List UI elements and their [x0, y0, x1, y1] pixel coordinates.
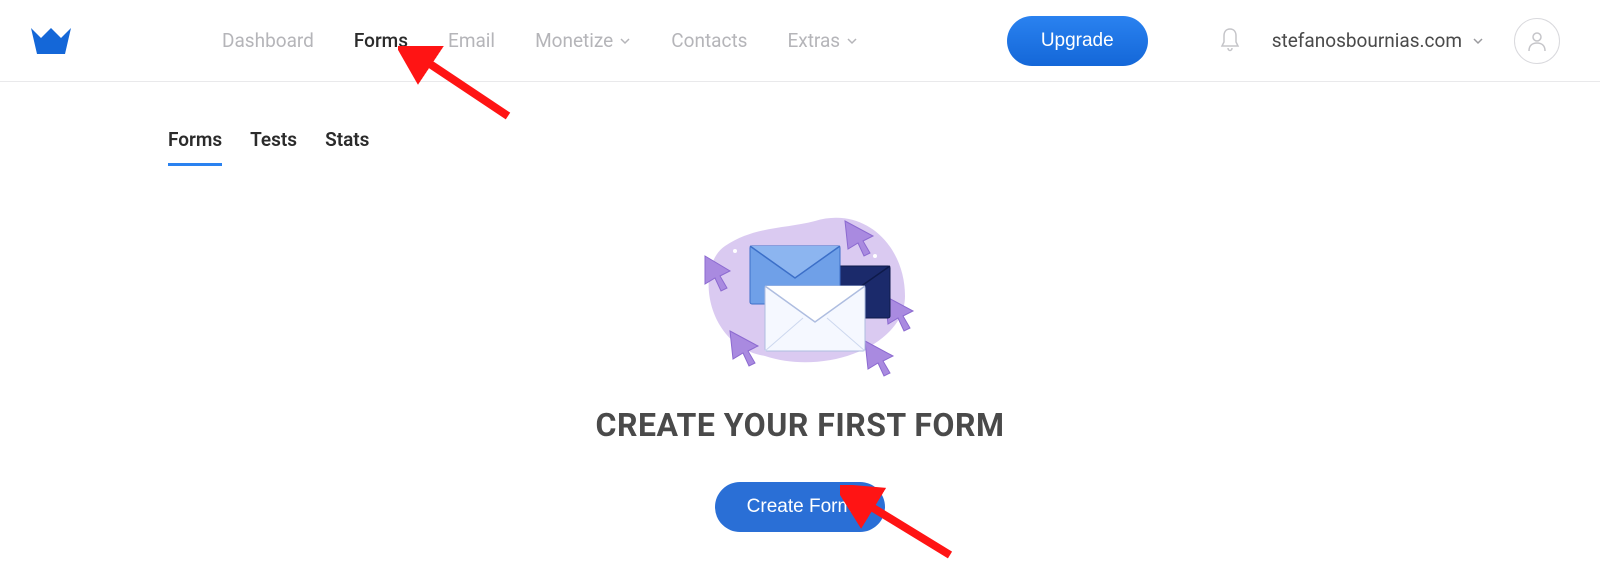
chevron-down-icon: [846, 35, 858, 47]
topbar: Dashboard Forms Email Monetize Contacts …: [0, 0, 1600, 82]
nav-email[interactable]: Email: [448, 29, 495, 52]
account-name: stefanosbournias.com: [1272, 29, 1462, 52]
notifications-icon[interactable]: [1218, 26, 1242, 56]
nav-extras[interactable]: Extras: [787, 29, 858, 52]
brand-logo[interactable]: [30, 20, 72, 62]
subnav-tests[interactable]: Tests: [250, 128, 297, 166]
sub-nav: Forms Tests Stats: [168, 128, 1600, 166]
nav-monetize[interactable]: Monetize: [535, 29, 631, 52]
empty-state: CREATE YOUR FIRST FORM Create Form: [0, 196, 1600, 532]
envelopes-illustration: [675, 196, 925, 386]
nav-dashboard[interactable]: Dashboard: [222, 29, 314, 52]
empty-state-headline: CREATE YOUR FIRST FORM: [596, 406, 1005, 444]
avatar[interactable]: [1514, 18, 1560, 64]
main-nav: Dashboard Forms Email Monetize Contacts …: [222, 29, 858, 52]
create-form-button[interactable]: Create Form: [715, 482, 886, 532]
chevron-down-icon: [619, 35, 631, 47]
subnav-stats[interactable]: Stats: [325, 128, 369, 166]
nav-extras-label: Extras: [787, 29, 840, 52]
upgrade-button[interactable]: Upgrade: [1007, 16, 1148, 66]
nav-forms[interactable]: Forms: [354, 29, 408, 52]
account-menu[interactable]: stefanosbournias.com: [1272, 18, 1560, 64]
chevron-down-icon: [1472, 35, 1484, 47]
subnav-forms[interactable]: Forms: [168, 128, 222, 166]
nav-contacts[interactable]: Contacts: [671, 29, 747, 52]
nav-monetize-label: Monetize: [535, 29, 613, 52]
